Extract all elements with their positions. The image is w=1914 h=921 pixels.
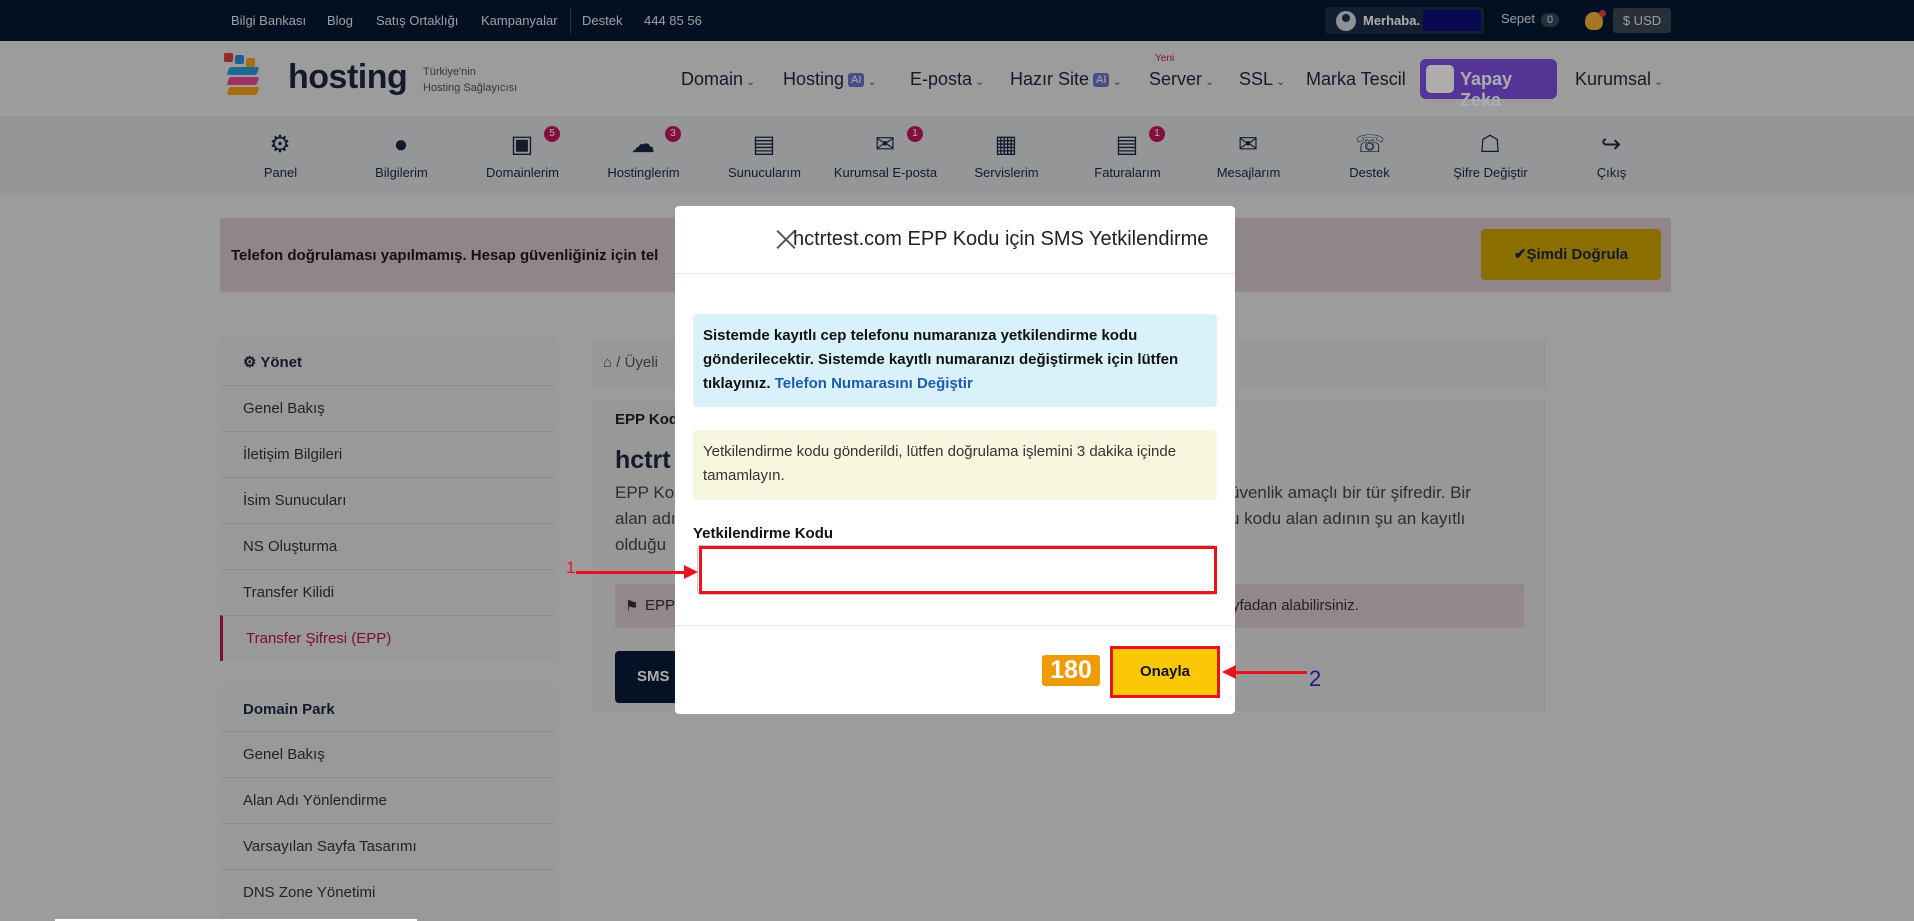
- countdown-timer: 180: [1042, 655, 1100, 686]
- annotation-arrow-2: [1235, 671, 1307, 674]
- annotation-number-2: 2: [1309, 666, 1322, 691]
- annotation-arrow-1: [576, 571, 686, 574]
- info-alert: Sistemde kayıtlı cep telefonu numaranıza…: [693, 314, 1217, 407]
- annotation-number-1: 1: [566, 558, 576, 577]
- modal-title: hctrtest.com EPP Kodu için SMS Yetkilend…: [793, 228, 1209, 250]
- confirm-button[interactable]: Onayla: [1110, 646, 1220, 698]
- arrow-right-icon: [684, 565, 698, 579]
- code-sent-alert: Yetkilendirme kodu gönderildi, lütfen do…: [693, 430, 1217, 500]
- auth-code-label: Yetkilendirme Kodu: [693, 525, 834, 542]
- change-phone-link[interactable]: Telefon Numarasını Değiştir: [775, 375, 973, 392]
- arrow-left-icon: [1222, 665, 1236, 679]
- auth-code-input[interactable]: [697, 545, 1217, 595]
- modal-header: hctrtest.com EPP Kodu için SMS Yetkilend…: [675, 206, 1235, 274]
- modal-footer-divider: [675, 625, 1235, 626]
- sms-authorization-modal: hctrtest.com EPP Kodu için SMS Yetkilend…: [675, 206, 1235, 714]
